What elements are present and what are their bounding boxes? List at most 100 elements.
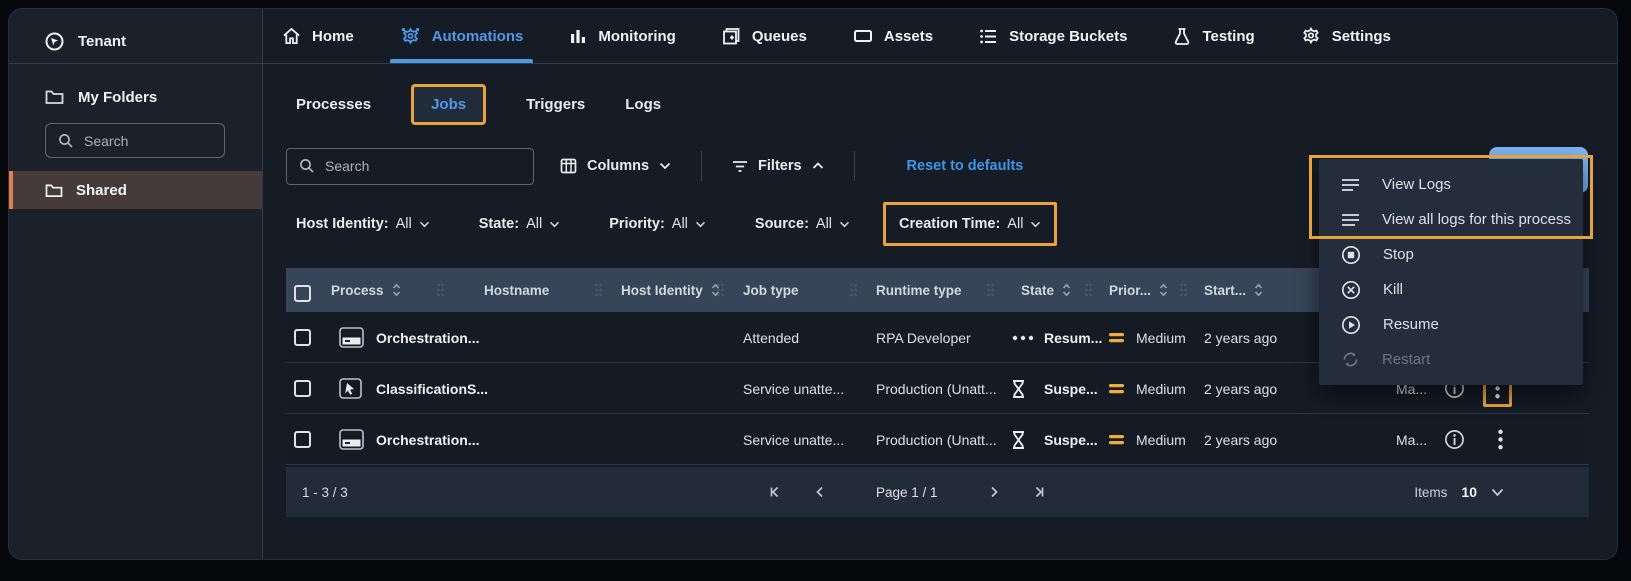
next-page-button[interactable] xyxy=(990,486,999,498)
column-drag-handle[interactable] xyxy=(986,282,995,303)
column-header-runtime-type[interactable]: Runtime type xyxy=(876,268,962,312)
columns-button[interactable]: Columns xyxy=(560,158,671,174)
first-page-button[interactable] xyxy=(769,486,781,498)
column-drag-handle[interactable] xyxy=(1179,282,1188,303)
nav-label: Automations xyxy=(431,27,524,45)
filter-creation-time[interactable]: Creation Time: All xyxy=(883,202,1058,246)
items-per-page-select[interactable]: Items 10 xyxy=(1414,467,1504,517)
last-page-button[interactable] xyxy=(1033,486,1045,498)
my-folders-label: My Folders xyxy=(78,88,158,106)
priority-medium-icon xyxy=(1109,414,1124,465)
columns-grid-icon xyxy=(560,158,577,174)
items-per-page-value: 10 xyxy=(1461,484,1477,500)
row-checkbox[interactable] xyxy=(294,431,311,448)
filter-host-identity[interactable]: Host Identity: All xyxy=(296,216,430,232)
menu-item-restart[interactable]: Restart xyxy=(1319,342,1583,377)
kill-circle-icon xyxy=(1341,280,1361,299)
app-window: Tenant My Folders Shared Home xyxy=(8,8,1618,560)
filter-priority[interactable]: Priority: All xyxy=(609,216,706,232)
sort-icon xyxy=(1254,283,1263,297)
nav-item-queues[interactable]: Queues xyxy=(722,9,807,63)
filter-chip-bar: Host Identity: All State: All Priority: … xyxy=(264,197,1058,251)
select-all-checkbox[interactable] xyxy=(294,285,311,302)
row-context-menu: View Logs View all logs for this process… xyxy=(1319,159,1583,385)
column-header-hostname[interactable]: Hostname xyxy=(484,268,549,312)
nav-item-storage-buckets[interactable]: Storage Buckets xyxy=(979,9,1127,63)
nav-item-home[interactable]: Home xyxy=(282,9,354,63)
column-header-state[interactable]: State xyxy=(1021,268,1071,312)
row-checkbox[interactable] xyxy=(294,329,311,346)
column-drag-handle[interactable] xyxy=(716,282,725,303)
reset-to-defaults-link[interactable]: Reset to defaults xyxy=(907,158,1024,174)
chevron-down-icon xyxy=(419,221,429,227)
chevron-down-icon xyxy=(695,221,705,227)
tenant-selector[interactable]: Tenant xyxy=(9,21,262,61)
info-icon[interactable] xyxy=(1444,414,1465,465)
flask-icon xyxy=(1175,27,1190,45)
sort-icon xyxy=(1159,283,1168,297)
priority-value: Medium xyxy=(1136,329,1186,346)
nav-item-assets[interactable]: Assets xyxy=(853,9,933,63)
tenant-label: Tenant xyxy=(78,32,127,50)
bar-chart-icon xyxy=(571,29,586,43)
folder-search-box[interactable] xyxy=(45,123,225,158)
filter-label: Host Identity: xyxy=(296,216,389,232)
job-type: Service unatte... xyxy=(743,380,845,397)
filters-button[interactable]: Filters xyxy=(732,158,824,174)
search-icon xyxy=(59,133,73,148)
menu-item-view-logs[interactable]: View Logs xyxy=(1319,167,1583,202)
nav-label: Home xyxy=(312,27,354,45)
queues-icon xyxy=(722,27,740,44)
column-drag-handle[interactable] xyxy=(436,282,445,303)
sidebar-item-shared-folder[interactable]: Shared xyxy=(9,171,262,209)
state-value: Suspe... xyxy=(1044,380,1098,397)
nav-label: Assets xyxy=(883,27,934,45)
tab-logs[interactable]: Logs xyxy=(625,96,661,113)
nav-item-settings[interactable]: Settings xyxy=(1301,9,1391,63)
nav-item-automations[interactable]: Automations xyxy=(389,9,534,63)
jobs-search-box[interactable] xyxy=(286,147,534,185)
stop-circle-icon xyxy=(1341,245,1361,264)
chevron-down-icon xyxy=(1031,221,1041,227)
process-cursor-icon xyxy=(339,363,362,414)
nav-item-monitoring[interactable]: Monitoring xyxy=(569,9,676,63)
jobs-search-input[interactable] xyxy=(325,158,505,174)
nav-item-testing[interactable]: Testing xyxy=(1173,9,1255,63)
job-type: Attended xyxy=(743,329,800,346)
menu-item-stop[interactable]: Stop xyxy=(1319,237,1583,272)
sidebar-item-my-folders[interactable]: My Folders xyxy=(9,79,262,115)
hourglass-icon xyxy=(1010,363,1027,414)
nav-label: Queues xyxy=(751,27,807,45)
menu-item-view-all-logs[interactable]: View all logs for this process xyxy=(1319,202,1583,237)
folder-search-input[interactable] xyxy=(84,132,194,149)
filter-state[interactable]: State: All xyxy=(479,216,560,232)
sidebar: Tenant My Folders Shared xyxy=(9,9,263,559)
automations-gear-icon xyxy=(401,26,419,45)
kebab-menu-icon[interactable] xyxy=(1498,429,1503,450)
column-header-host-identity[interactable]: Host Identity xyxy=(621,268,720,312)
column-header-job-type[interactable]: Job type xyxy=(743,268,799,312)
menu-item-resume[interactable]: Resume xyxy=(1319,307,1583,342)
toolbar-divider xyxy=(853,151,855,181)
start-time: 2 years ago xyxy=(1204,431,1278,448)
table-row[interactable]: Orchestration... Service unatte... Produ… xyxy=(286,414,1589,465)
filters-label: Filters xyxy=(758,158,802,174)
column-drag-handle[interactable] xyxy=(849,282,858,303)
column-header-start-time[interactable]: Start... xyxy=(1204,268,1263,312)
column-header-process[interactable]: Process xyxy=(331,268,401,312)
tab-triggers[interactable]: Triggers xyxy=(526,96,585,113)
previous-page-button[interactable] xyxy=(815,486,824,498)
tab-jobs[interactable]: Jobs xyxy=(411,83,487,125)
column-drag-handle[interactable] xyxy=(594,282,603,303)
runtime-type: Production (Unatt... xyxy=(876,431,997,448)
process-window-icon xyxy=(339,312,364,363)
filter-source[interactable]: Source: All xyxy=(755,216,850,232)
priority-value: Medium xyxy=(1136,431,1186,448)
column-header-priority[interactable]: Prior... xyxy=(1109,268,1168,312)
tab-processes[interactable]: Processes xyxy=(296,96,371,113)
row-checkbox[interactable] xyxy=(294,380,311,397)
hourglass-icon xyxy=(1010,414,1027,465)
filter-value: All xyxy=(395,216,412,232)
menu-item-kill[interactable]: Kill xyxy=(1319,272,1583,307)
column-drag-handle[interactable] xyxy=(1084,282,1093,303)
